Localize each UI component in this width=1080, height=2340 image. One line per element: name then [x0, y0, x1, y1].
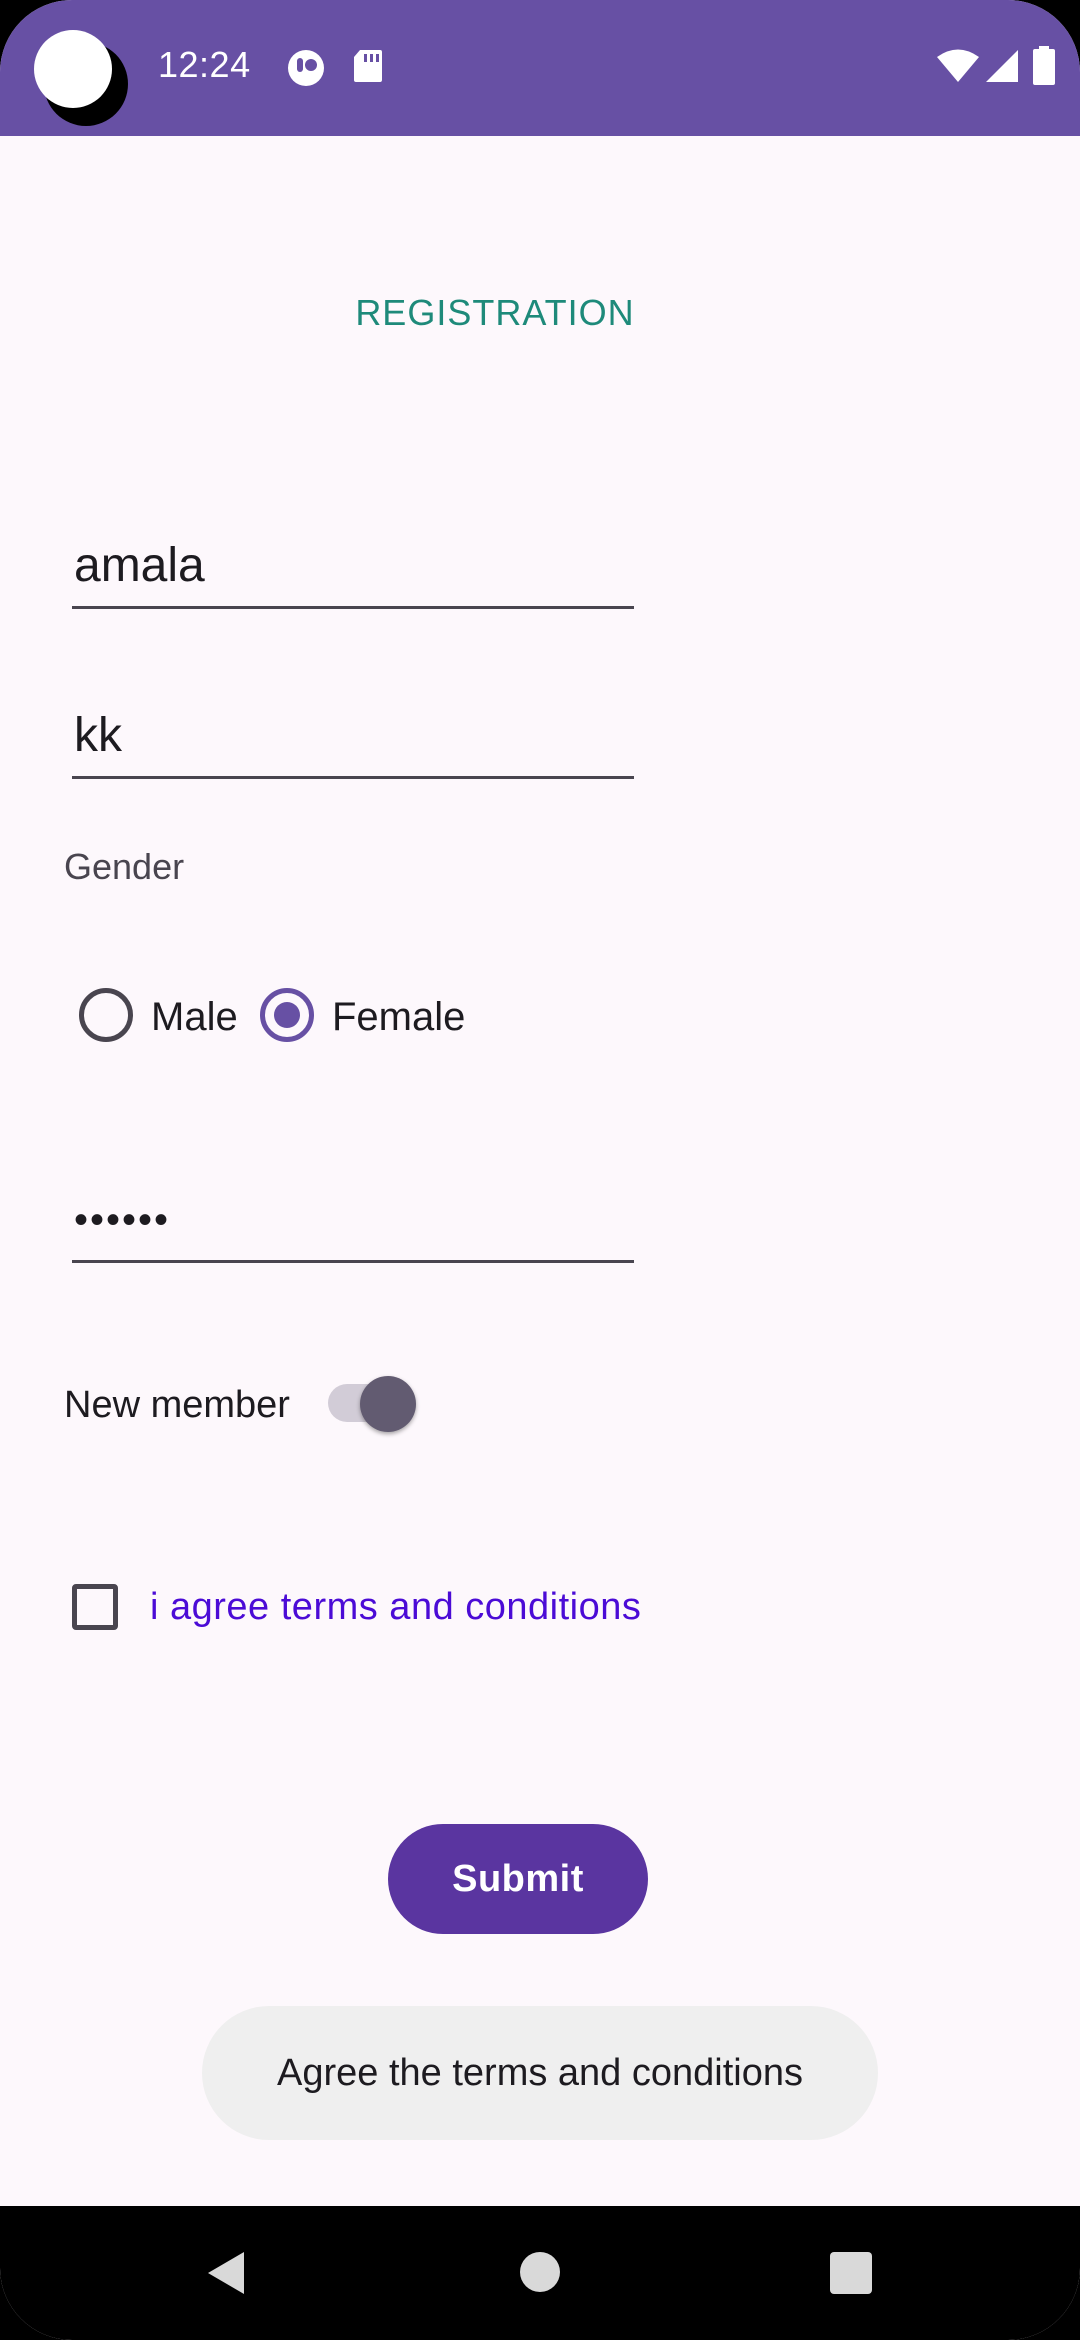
battery-icon — [1032, 46, 1056, 91]
password-value: •••••• — [74, 1198, 171, 1242]
new-member-switch-thumb[interactable] — [360, 1376, 416, 1432]
first-name-value: amala — [74, 539, 205, 592]
gender-label: Gender — [64, 846, 185, 887]
status-bar: 12:24 — [0, 0, 1080, 136]
cellular-signal-icon — [984, 48, 1020, 89]
app-screen: 12:24 REGISTRATION amala kk Gender Male … — [0, 0, 1080, 2340]
recents-icon[interactable] — [830, 2252, 872, 2299]
home-icon[interactable] — [520, 2252, 560, 2297]
page-title: REGISTRATION — [355, 292, 635, 333]
sd-card-icon — [352, 48, 384, 89]
notification-app-icon — [286, 48, 326, 93]
last-name-value: kk — [74, 709, 122, 762]
new-member-label: New member — [64, 1384, 290, 1426]
radio-male-label[interactable]: Male — [151, 995, 238, 1040]
password-field[interactable]: •••••• — [72, 1180, 634, 1263]
terms-checkbox[interactable] — [72, 1584, 118, 1630]
submit-button[interactable]: Submit — [388, 1824, 648, 1934]
radio-female[interactable] — [260, 988, 314, 1042]
camera-cutout — [34, 30, 128, 126]
back-icon[interactable] — [204, 2250, 246, 2301]
radio-female-label[interactable]: Female — [332, 995, 465, 1040]
last-name-field[interactable]: kk — [72, 696, 634, 779]
status-time: 12:24 — [158, 44, 251, 85]
terms-label[interactable]: i agree terms and conditions — [150, 1586, 641, 1629]
toast-message: Agree the terms and conditions — [202, 2006, 878, 2140]
first-name-field[interactable]: amala — [72, 526, 634, 609]
navigation-bar — [0, 2206, 1080, 2340]
radio-male[interactable] — [79, 988, 133, 1042]
wifi-icon — [936, 48, 980, 89]
